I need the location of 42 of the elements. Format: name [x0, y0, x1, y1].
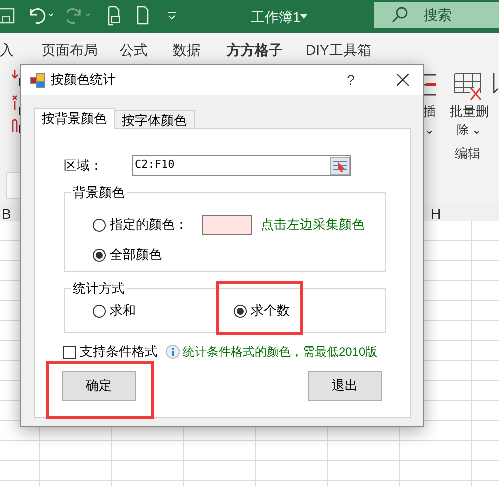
caret-icon[interactable] [300, 14, 308, 19]
radio-label[interactable]: 全部颜色 [110, 245, 162, 265]
radio-button[interactable] [93, 304, 106, 318]
radio-button[interactable] [93, 218, 106, 232]
delete-grid-icon[interactable] [454, 73, 482, 101]
range-label: 区域： [64, 156, 104, 175]
dialog-title: 按颜色统计 [51, 71, 116, 90]
checkbox[interactable] [63, 346, 76, 358]
dialog-button[interactable]: 退出 [308, 371, 382, 401]
app-icon [30, 72, 45, 88]
close-icon[interactable] [397, 74, 409, 86]
radio-label[interactable]: 求个数 [251, 301, 290, 321]
radio-label[interactable]: 指定的颜色： [110, 215, 198, 235]
note-text: 统计条件格式的颜色，需最低2010版 [183, 344, 378, 361]
ribbon-button[interactable]: 插 ⌄ [423, 103, 436, 139]
search-field[interactable]: 搜索 [374, 2, 499, 28]
radio-button[interactable] [93, 248, 106, 262]
column-header[interactable]: B [2, 204, 12, 225]
dialog-button[interactable]: 确定 [62, 371, 136, 401]
radio-label[interactable]: 求和 [110, 301, 136, 321]
new-document-icon[interactable] [137, 6, 149, 25]
dialog-tab[interactable]: 按背景颜色 [34, 108, 115, 129]
undo-icon[interactable] [28, 7, 56, 25]
save-icon[interactable] [0, 7, 16, 25]
search-icon [392, 7, 408, 23]
ribbon-button[interactable]: 批量删 除 ⌄ [450, 103, 489, 139]
group-label: 编辑 [455, 145, 481, 163]
ribbon-tab[interactable]: 入 [0, 40, 14, 69]
customize-icon[interactable] [167, 12, 177, 20]
help-button[interactable]: ? [341, 70, 361, 90]
checkbox-label[interactable]: 支持条件格式 [80, 342, 158, 362]
workbook-title: 工作簿1 [251, 8, 301, 27]
color-swatch[interactable] [202, 215, 252, 235]
dialog-tab[interactable]: 按字体颜色 [114, 110, 195, 129]
print-preview-icon[interactable] [107, 6, 121, 26]
range-picker-icon[interactable] [330, 156, 350, 174]
insert-rows-icon[interactable] [423, 73, 436, 99]
range-field[interactable]: C2:F10 [132, 155, 351, 176]
info-icon [166, 345, 180, 359]
hint-text: 点击左边采集颜色 [261, 216, 365, 234]
column-header[interactable]: H [431, 204, 442, 225]
radio-button[interactable] [234, 304, 247, 318]
